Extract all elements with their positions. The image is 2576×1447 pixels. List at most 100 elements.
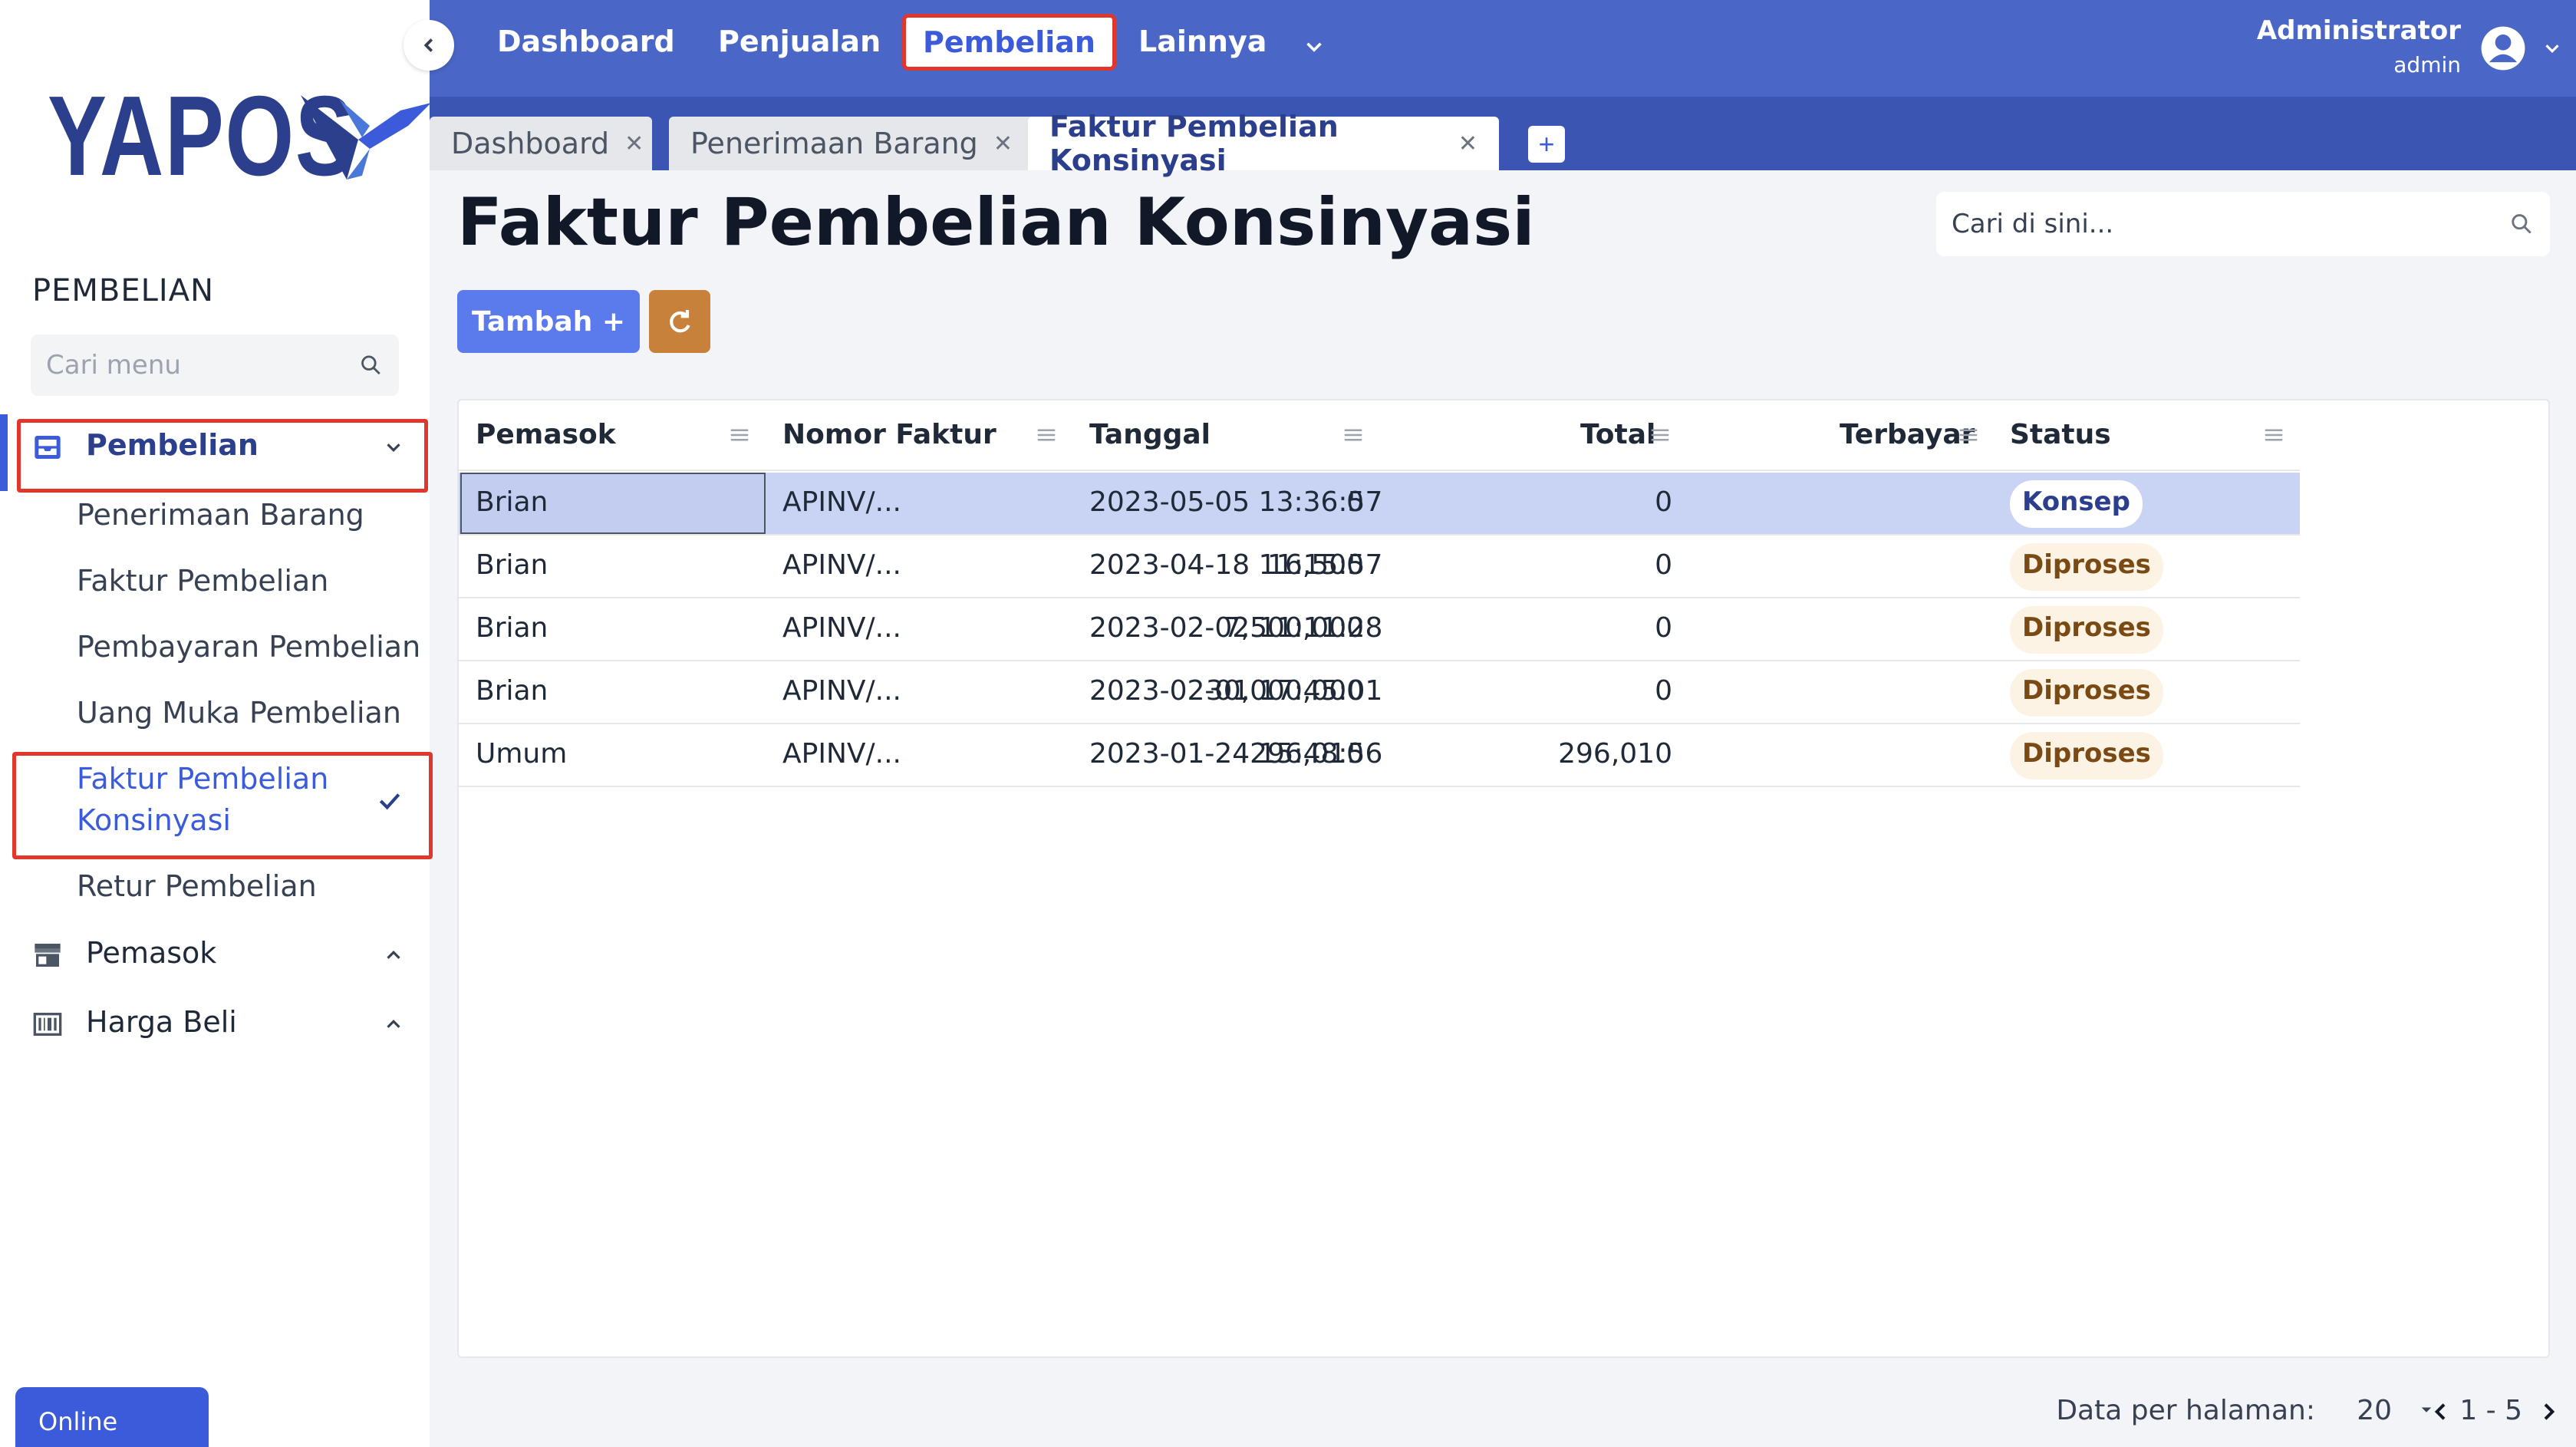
table-row[interactable]: Brian APINV/... 2023-02-02 11:11:28 7,50… bbox=[459, 598, 2300, 661]
column-header-status[interactable]: Status bbox=[2010, 419, 2111, 450]
chevron-down-icon[interactable] bbox=[1301, 34, 1327, 60]
sidebar-item-penerimaan-barang[interactable]: Penerimaan Barang bbox=[77, 494, 364, 536]
top-header: Dashboard Penjualan Pembelian Lainnya Ad… bbox=[430, 0, 2576, 97]
column-header-terbayar[interactable]: Terbayar bbox=[1840, 419, 1975, 450]
data-grid: Pemasok Nomor Faktur Tanggal Total Terba… bbox=[457, 399, 2550, 1358]
grid-header: Pemasok Nomor Faktur Tanggal Total Terba… bbox=[459, 400, 2300, 471]
highlight-box-pembelian bbox=[17, 419, 428, 493]
cell-nomor-faktur: APINV/... bbox=[782, 738, 901, 770]
tab-faktur-pembelian-konsinyasi[interactable]: Faktur Pembelian Konsinyasi ✕ bbox=[1028, 110, 1499, 177]
brand-logo[interactable]: YAPOS bbox=[48, 80, 443, 193]
chevron-left-icon[interactable] bbox=[2429, 1398, 2453, 1426]
add-tab-button[interactable]: + bbox=[1528, 126, 1565, 163]
user-role: admin bbox=[2393, 52, 2461, 77]
cell-tanggal: 2023-05-05 13:36:57 bbox=[1089, 486, 1383, 518]
close-icon[interactable]: ✕ bbox=[1458, 130, 1477, 157]
column-header-total[interactable]: Total bbox=[1580, 419, 1655, 450]
column-menu-icon[interactable] bbox=[1956, 424, 1981, 447]
status-badge: Konsep bbox=[2010, 480, 2143, 528]
column-menu-icon[interactable] bbox=[727, 424, 752, 447]
sidebar-group-harga-beli[interactable]: Harga Beli bbox=[0, 997, 430, 1051]
user-name: Administrator bbox=[2256, 15, 2461, 46]
column-header-tanggal[interactable]: Tanggal bbox=[1089, 419, 1211, 450]
cell-total: 7,500,000 bbox=[1223, 612, 1364, 644]
cell-pemasok: Brian bbox=[476, 675, 548, 707]
barcode-icon bbox=[33, 1013, 62, 1036]
search-icon[interactable] bbox=[358, 351, 384, 379]
tab-dashboard[interactable]: Dashboard ✕ bbox=[430, 117, 652, 170]
cell-pemasok: Umum bbox=[476, 738, 568, 770]
topnav-lainnya[interactable]: Lainnya bbox=[1138, 25, 1267, 58]
chevron-right-icon[interactable] bbox=[2536, 1398, 2561, 1426]
cell-pemasok: Brian bbox=[476, 486, 548, 518]
topnav-pembelian[interactable]: Pembelian bbox=[902, 14, 1116, 71]
chevron-up-icon bbox=[387, 951, 400, 959]
column-menu-icon[interactable] bbox=[2261, 424, 2286, 447]
sidebar-group-pemasok[interactable]: Pemasok bbox=[0, 928, 430, 982]
cell-nomor-faktur: APINV/... bbox=[782, 486, 901, 518]
refresh-icon bbox=[670, 310, 690, 333]
cell-total: 30,000,000 bbox=[1205, 675, 1364, 707]
column-menu-icon[interactable] bbox=[1341, 424, 1365, 447]
cell-total: 0 bbox=[1346, 486, 1364, 518]
table-row[interactable]: Brian APINV/... 2023-05-05 13:36:57 0 0 … bbox=[459, 473, 2300, 536]
avatar-icon[interactable] bbox=[2479, 25, 2527, 72]
close-icon[interactable]: ✕ bbox=[624, 130, 644, 157]
cell-nomor-faktur: APINV/... bbox=[782, 549, 901, 581]
column-header-nomor-faktur[interactable]: Nomor Faktur bbox=[782, 419, 996, 450]
cell-nomor-faktur: APINV/... bbox=[782, 675, 901, 707]
topnav-penjualan[interactable]: Penjualan bbox=[718, 25, 881, 58]
online-status-button[interactable]: Online bbox=[15, 1387, 209, 1447]
tab-bar: Dashboard ✕ Penerimaan Barang ✕ Faktur P… bbox=[430, 97, 2576, 177]
refresh-button[interactable] bbox=[649, 290, 710, 353]
sidebar-collapse-button[interactable] bbox=[404, 20, 454, 71]
store-icon bbox=[35, 944, 61, 967]
menu-search-input[interactable] bbox=[46, 350, 358, 381]
sidebar-section-title: PEMBELIAN bbox=[32, 273, 214, 308]
tab-label: Penerimaan Barang bbox=[690, 127, 978, 160]
page-search bbox=[1936, 192, 2550, 256]
tab-label: Faktur Pembelian Konsinyasi bbox=[1049, 110, 1339, 177]
sidebar-item-faktur-pembelian[interactable]: Faktur Pembelian bbox=[77, 560, 328, 602]
page-title: Faktur Pembelian Konsinyasi bbox=[457, 184, 1535, 261]
sidebar-item-uang-muka-pembelian[interactable]: Uang Muka Pembelian bbox=[77, 692, 401, 733]
chevron-down-icon[interactable] bbox=[2541, 37, 2564, 60]
bird-logo-icon bbox=[301, 91, 431, 180]
cell-nomor-faktur: APINV/... bbox=[782, 612, 901, 644]
cell-terbayar: 0 bbox=[1655, 549, 1672, 581]
search-icon[interactable] bbox=[2508, 210, 2535, 238]
rows-per-page-label: Data per halaman: bbox=[2056, 1395, 2315, 1426]
chevron-up-icon bbox=[387, 1020, 400, 1028]
sidebar-group-label: Harga Beli bbox=[86, 1005, 237, 1039]
status-badge: Diproses bbox=[2010, 606, 2163, 654]
topnav-dashboard[interactable]: Dashboard bbox=[497, 25, 675, 58]
status-badge: Diproses bbox=[2010, 669, 2163, 717]
search-input[interactable] bbox=[1952, 209, 2508, 239]
table-row[interactable]: Umum APINV/... 2023-01-24 15:48:56 296,0… bbox=[459, 724, 2300, 787]
close-icon[interactable]: ✕ bbox=[993, 130, 1013, 157]
tab-penerimaan-barang[interactable]: Penerimaan Barang ✕ bbox=[669, 117, 1052, 170]
cell-pemasok: Brian bbox=[476, 612, 548, 644]
cell-total: 296,010 bbox=[1250, 738, 1364, 770]
cell-terbayar: 0 bbox=[1655, 486, 1672, 518]
status-badge: Diproses bbox=[2010, 732, 2163, 780]
page-range: 1 - 5 bbox=[2459, 1395, 2522, 1426]
table-row[interactable]: Brian APINV/... 2023-02-01 17:45:01 30,0… bbox=[459, 661, 2300, 724]
column-header-pemasok[interactable]: Pemasok bbox=[476, 419, 616, 450]
cell-terbayar: 296,010 bbox=[1558, 738, 1672, 770]
sidebar-group-label: Pemasok bbox=[86, 936, 217, 970]
table-row[interactable]: Brian APINV/... 2023-04-18 11:15:57 16,5… bbox=[459, 536, 2300, 598]
cell-terbayar: 0 bbox=[1655, 612, 1672, 644]
sidebar: YAPOS PEMBELIAN Pembelian Penerimaan Bar… bbox=[0, 0, 433, 1447]
cell-total: 16,500 bbox=[1267, 549, 1364, 581]
add-button[interactable]: Tambah + bbox=[457, 290, 640, 353]
column-menu-icon[interactable] bbox=[1034, 424, 1059, 447]
column-menu-icon[interactable] bbox=[1648, 424, 1672, 447]
menu-search bbox=[31, 335, 399, 396]
cell-terbayar: 0 bbox=[1655, 675, 1672, 707]
tab-label: Dashboard bbox=[451, 127, 610, 160]
highlight-box-konsinyasi bbox=[12, 752, 433, 859]
sidebar-item-retur-pembelian[interactable]: Retur Pembelian bbox=[77, 865, 317, 907]
sidebar-item-pembayaran-pembelian[interactable]: Pembayaran Pembelian bbox=[77, 626, 420, 667]
rows-per-page-select[interactable]: 20 bbox=[2357, 1395, 2392, 1426]
